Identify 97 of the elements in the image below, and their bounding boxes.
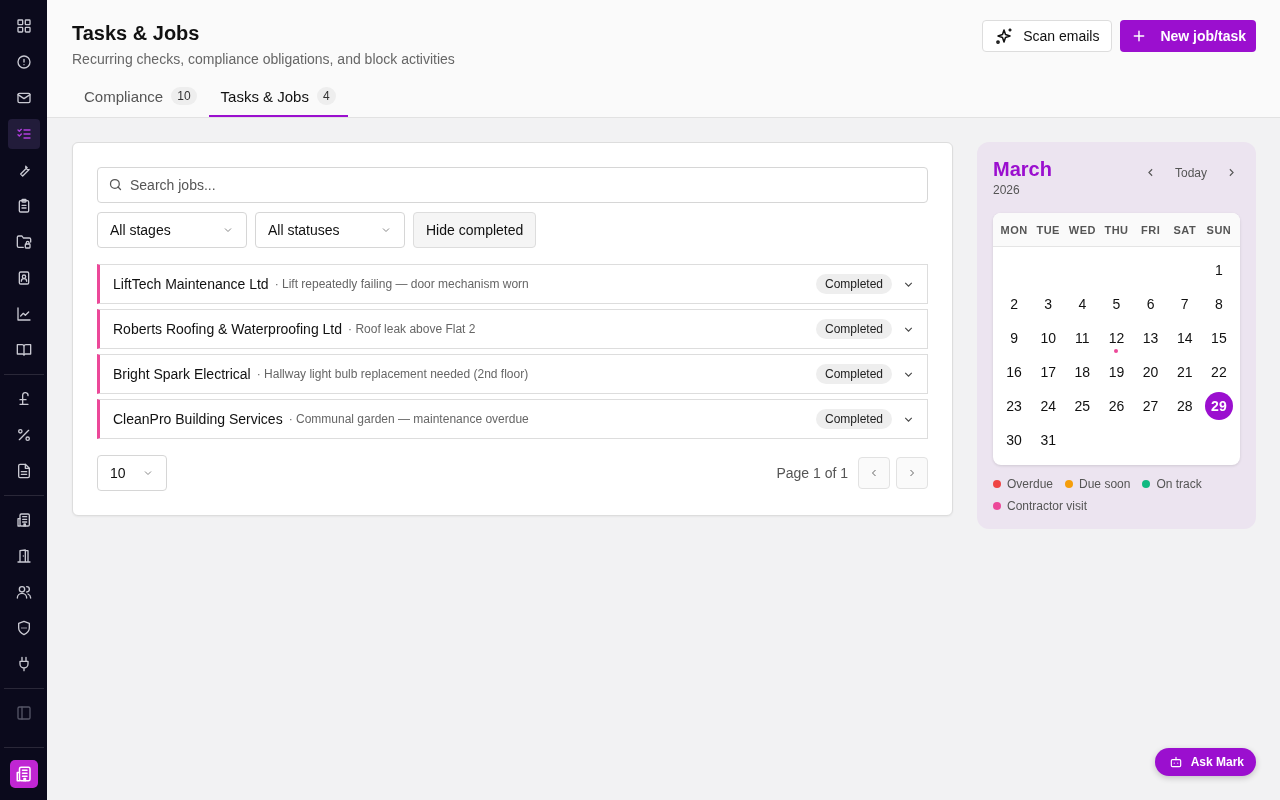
count-badge: 10 xyxy=(171,87,197,105)
contractor-name: Roberts Roofing & Waterproofing Ltd xyxy=(113,321,343,337)
calendar-day[interactable]: 29 xyxy=(1204,392,1233,420)
weekday-label: THU xyxy=(1103,223,1130,236)
hide-completed-button[interactable]: Hide completed xyxy=(413,212,537,248)
percent-icon xyxy=(15,427,32,443)
job-description: · Hallway light bulb replacement needed (2nd floor) xyxy=(256,367,530,381)
calendar-day[interactable]: 27 xyxy=(1136,392,1165,420)
calendar-day[interactable]: 12 xyxy=(1102,324,1131,352)
grid-icon xyxy=(15,18,32,34)
page-title: Tasks & Jobs xyxy=(72,22,201,45)
calendar-day[interactable]: 30 xyxy=(1000,426,1029,454)
calendar-day[interactable]: 2 xyxy=(1000,290,1029,318)
building-icon xyxy=(15,512,32,528)
calendar-day[interactable]: 23 xyxy=(1000,392,1029,420)
calendar-day[interactable]: 18 xyxy=(1068,358,1097,386)
calendar-day[interactable]: 15 xyxy=(1204,324,1233,352)
calendar-day[interactable]: 26 xyxy=(1102,392,1131,420)
today-button[interactable]: Today xyxy=(1168,164,1213,181)
calendar-day[interactable]: 25 xyxy=(1068,392,1097,420)
book-icon xyxy=(15,342,32,358)
calendar-day[interactable]: 6 xyxy=(1136,290,1165,318)
ask-assistant-button[interactable]: Ask Mark xyxy=(1154,748,1256,776)
calendar-day[interactable]: 17 xyxy=(1034,358,1063,386)
robot-icon xyxy=(1168,755,1183,769)
calendar-day[interactable]: 20 xyxy=(1136,358,1165,386)
weekday-label: TUE xyxy=(1035,223,1061,236)
weekday-label: FRI xyxy=(1140,223,1162,236)
mail-icon xyxy=(15,90,32,106)
search-icon xyxy=(108,177,123,192)
legend-label: Due soon xyxy=(1079,477,1131,491)
sidebar-panel-icon xyxy=(15,705,32,721)
app-logo[interactable] xyxy=(9,760,38,788)
status-badge: Completed xyxy=(815,319,892,339)
checklist-icon xyxy=(15,126,32,142)
weekday-label: SAT xyxy=(1172,223,1198,236)
calendar-day[interactable]: 14 xyxy=(1170,324,1199,352)
calendar-day[interactable]: 11 xyxy=(1068,324,1097,352)
calendar-day[interactable]: 3 xyxy=(1034,290,1063,318)
plus-icon xyxy=(1132,29,1147,43)
calendar-day[interactable]: 22 xyxy=(1204,358,1233,386)
scan-emails-button[interactable]: Scan emails xyxy=(982,20,1113,52)
calendar-day[interactable]: 8 xyxy=(1204,290,1233,318)
weekday-label: MON xyxy=(999,223,1029,236)
status-badge: Completed xyxy=(815,274,892,294)
calendar-day[interactable]: 5 xyxy=(1102,290,1131,318)
calendar-day[interactable]: 21 xyxy=(1170,358,1199,386)
tab[interactable]: Compliance 10 xyxy=(72,87,209,117)
legend-label: On track xyxy=(1156,477,1202,491)
contractor-name: Bright Spark Electrical xyxy=(113,366,251,382)
job-row[interactable]: Bright Spark Electrical · Hallway light bulb replacement needed (2nd floor) Completed xyxy=(97,354,928,394)
shield-icon xyxy=(15,620,32,636)
folder-lock-icon xyxy=(15,234,32,250)
door-icon xyxy=(15,548,32,564)
search-field[interactable]: Search jobs... xyxy=(97,167,928,203)
alert-icon xyxy=(15,54,32,70)
calendar-day[interactable]: 10 xyxy=(1034,324,1063,352)
status-badge: Completed xyxy=(815,409,892,429)
count-badge: 4 xyxy=(316,87,336,105)
job-description: · Lift repeatedly failing — door mechanism worn xyxy=(274,277,530,291)
weekday-label: SUN xyxy=(1205,223,1233,236)
document-icon xyxy=(15,463,32,479)
contractor-name: LiftTech Maintenance Ltd xyxy=(113,276,269,292)
line-chart-icon xyxy=(15,306,32,322)
calendar-day[interactable]: 31 xyxy=(1034,426,1063,454)
calendar-day[interactable]: 13 xyxy=(1136,324,1165,352)
page-size-dropdown[interactable]: 10 xyxy=(97,455,167,491)
job-row[interactable]: Roberts Roofing & Waterproofing Ltd · Roof leak above Flat 2 Completed xyxy=(97,309,928,349)
year-label: 2026 xyxy=(993,183,1021,197)
calendar-day[interactable]: 1 xyxy=(1204,256,1233,284)
job-description: · Roof leak above Flat 2 xyxy=(348,322,477,336)
calendar-day[interactable]: 9 xyxy=(1000,324,1029,352)
new-job-button[interactable]: New job/task xyxy=(1120,20,1256,52)
weekday-label: WED xyxy=(1067,223,1097,236)
status-badge: Completed xyxy=(815,364,892,384)
calendar-day[interactable]: 24 xyxy=(1034,392,1063,420)
legend-label: Contractor visit xyxy=(1007,499,1088,513)
users-icon xyxy=(15,584,32,600)
calendar-day[interactable]: 4 xyxy=(1068,290,1097,318)
job-description: · Communal garden — maintenance overdue xyxy=(288,412,530,426)
legend-label: Overdue xyxy=(1007,477,1054,491)
page-subtitle: Recurring checks, compliance obligations, and block activities xyxy=(72,51,455,67)
sparkles-icon xyxy=(995,27,1014,45)
job-row[interactable]: LiftTech Maintenance Ltd · Lift repeatedly failing — door mechanism worn Completed xyxy=(97,264,928,304)
calendar-day[interactable]: 19 xyxy=(1102,358,1131,386)
checklist-nav-button[interactable] xyxy=(7,119,40,149)
filter-dropdown[interactable]: All stages xyxy=(97,212,247,248)
calendar-day[interactable]: 7 xyxy=(1170,290,1199,318)
job-row[interactable]: CleanPro Building Services · Communal garden — maintenance overdue Completed xyxy=(97,399,928,439)
page-info: Page 1 of 1 xyxy=(776,465,848,481)
building-icon xyxy=(14,765,33,783)
calendar-day[interactable]: 16 xyxy=(1000,358,1029,386)
filter-dropdown[interactable]: All statuses xyxy=(255,212,405,248)
calendar-day[interactable]: 28 xyxy=(1170,392,1199,420)
tab[interactable]: Tasks & Jobs 4 xyxy=(208,87,348,117)
contractor-name: CleanPro Building Services xyxy=(113,411,283,427)
month-title: March xyxy=(993,158,1052,181)
